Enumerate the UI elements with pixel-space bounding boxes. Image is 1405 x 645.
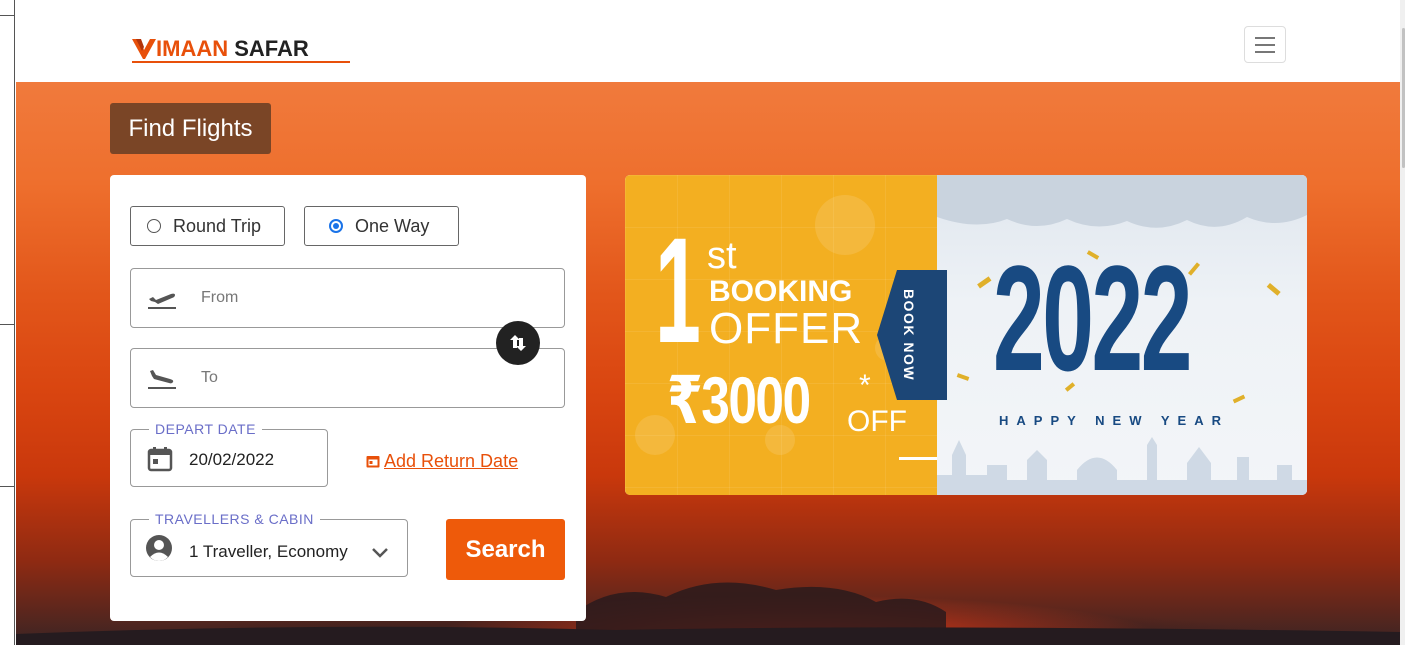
offer-asterisk: *: [859, 369, 871, 402]
city-skyline-decoration: [937, 437, 1307, 495]
add-return-date-link[interactable]: Add Return Date: [366, 451, 518, 472]
travellers-cabin-field[interactable]: TRAVELLERS & CABIN 1 Traveller, Economy: [130, 511, 408, 577]
page-scrollbar[interactable]: [1400, 0, 1405, 645]
offer-booking-text: BOOKING: [709, 275, 853, 308]
landing-plane-icon: [148, 370, 176, 389]
hamburger-icon: [1255, 36, 1275, 39]
brand-logo[interactable]: IMAAN SAFAR: [132, 30, 350, 63]
offer-ordinal-suffix: st: [707, 235, 737, 277]
one-way-radio[interactable]: [329, 219, 343, 233]
add-return-date-label: Add Return Date: [384, 451, 519, 471]
from-input[interactable]: [201, 289, 501, 307]
swap-arrows-icon: [510, 335, 526, 351]
from-field[interactable]: [130, 268, 565, 328]
depart-date-field[interactable]: DEPART DATE 20/02/2022: [130, 421, 328, 487]
user-icon: [146, 535, 172, 561]
offer-text: OFFER: [709, 304, 864, 353]
new-year-panel: 2022 HAPPY NEW YEAR: [937, 175, 1307, 495]
search-button[interactable]: Search: [446, 519, 565, 580]
depart-date-label: DEPART DATE: [149, 421, 262, 437]
book-now-label[interactable]: BOOK NOW: [901, 289, 917, 381]
depart-date-value: 20/02/2022: [189, 450, 275, 469]
v-logo-icon: [132, 39, 156, 59]
offer-first-number: 1: [655, 206, 701, 374]
brand-name-part2: SAFAR: [228, 36, 309, 61]
swap-locations-button[interactable]: [496, 321, 540, 365]
travellers-cabin-label: TRAVELLERS & CABIN: [149, 511, 320, 527]
find-flights-heading: Find Flights: [110, 103, 271, 154]
chevron-down-icon: [372, 548, 388, 558]
round-trip-option[interactable]: Round Trip: [130, 206, 285, 246]
window-edge: [0, 0, 16, 645]
takeoff-plane-icon: [148, 293, 176, 309]
one-way-label: One Way: [355, 215, 430, 236]
navbar: IMAAN SAFAR: [16, 0, 1400, 82]
round-trip-radio[interactable]: [147, 219, 161, 233]
brand-underline: [132, 61, 350, 63]
one-way-option[interactable]: One Way: [304, 206, 459, 246]
hamburger-menu-button[interactable]: [1244, 26, 1286, 63]
to-field[interactable]: [130, 348, 565, 408]
offer-off-text: OFF: [847, 405, 907, 438]
to-input[interactable]: [201, 369, 501, 387]
brand-name: IMAAN SAFAR: [156, 38, 309, 60]
calendar-icon: [147, 447, 173, 472]
offer-amount: ₹3000: [667, 363, 811, 437]
page: IMAAN SAFAR Find Flights Round Trip One …: [16, 0, 1400, 645]
brand-name-part1: IMAAN: [156, 36, 229, 61]
promo-banner[interactable]: 1 st BOOKING OFFER ₹3000 * OFF 2022 HAPP…: [625, 175, 1307, 495]
travellers-cabin-value: 1 Traveller, Economy: [189, 542, 348, 561]
flight-search-card: Round Trip One Way From To DEPART DATE 2…: [110, 175, 586, 621]
round-trip-label: Round Trip: [173, 215, 262, 236]
calendar-small-icon: [366, 456, 380, 468]
